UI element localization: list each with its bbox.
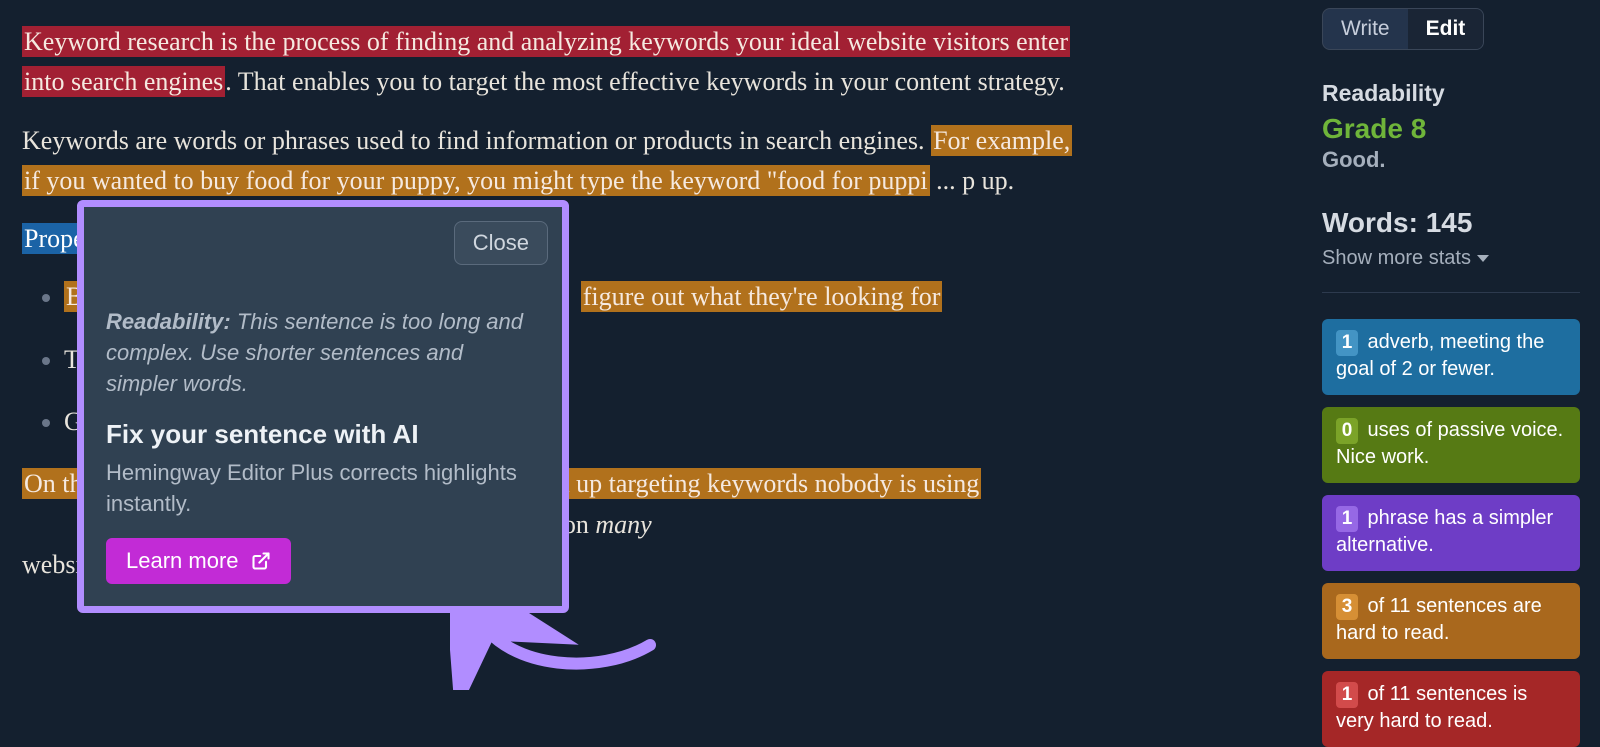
external-link-icon	[251, 551, 271, 571]
chevron-down-icon	[1477, 255, 1489, 262]
phrase-badge[interactable]: 1 phrase has a simpler alternative.	[1322, 495, 1580, 571]
paragraph-1[interactable]: Keyword research is the process of findi…	[22, 22, 1072, 103]
hard-badge[interactable]: 3 of 11 sentences are hard to read.	[1322, 583, 1580, 659]
badge-count: 1	[1336, 330, 1358, 356]
learn-more-label: Learn more	[126, 548, 239, 574]
popup-heading: Fix your sentence with AI	[106, 419, 540, 450]
highlight-hard[interactable]: t end up targeting keywords nobody is us…	[516, 468, 981, 499]
badge-text: of 11 sentences is very hard to read.	[1336, 683, 1527, 732]
write-tab[interactable]: Write	[1323, 9, 1408, 49]
readability-section: Readability Grade 8 Good.	[1322, 80, 1580, 173]
passive-badge[interactable]: 0 uses of passive voice. Nice work.	[1322, 407, 1580, 483]
badge-text: adverb, meeting the goal of 2 or fewer.	[1336, 331, 1544, 380]
readability-label: Readability	[1322, 80, 1580, 107]
very-hard-badge[interactable]: 1 of 11 sentences is very hard to read.	[1322, 671, 1580, 747]
edit-tab[interactable]: Edit	[1408, 9, 1484, 49]
readability-quality: Good.	[1322, 147, 1580, 173]
badge-text: uses of passive voice. Nice work.	[1336, 419, 1563, 468]
adverb-badge[interactable]: 1 adverb, meeting the goal of 2 or fewer…	[1322, 319, 1580, 395]
badge-text: phrase has a simpler alternative.	[1336, 507, 1553, 556]
suggestion-popup: Close Readability: This sentence is too …	[77, 200, 569, 613]
highlight-hard[interactable]: figure out what they're looking for	[581, 281, 943, 312]
sidebar: Write Edit Readability Grade 8 Good. Wor…	[1322, 0, 1580, 747]
readability-grade: Grade 8	[1322, 113, 1580, 145]
learn-more-button[interactable]: Learn more	[106, 538, 291, 584]
popup-tip-label: Readability:	[106, 309, 231, 334]
close-button[interactable]: Close	[454, 221, 548, 265]
divider	[1322, 292, 1580, 293]
word-count: Words: 145	[1322, 207, 1580, 239]
text: ... p up.	[930, 166, 1015, 195]
mode-toggle: Write Edit	[1322, 8, 1484, 50]
text: . That enables you to target the most ef…	[225, 67, 1064, 96]
badge-count: 1	[1336, 682, 1358, 708]
text-italic: many	[595, 510, 651, 539]
highlight-hard[interactable]: On th	[22, 468, 85, 499]
badge-count: 0	[1336, 418, 1358, 444]
popup-description: Hemingway Editor Plus corrects highlight…	[106, 458, 540, 520]
badge-text: of 11 sentences are hard to read.	[1336, 595, 1542, 644]
badge-count: 3	[1336, 594, 1358, 620]
badge-count: 1	[1336, 506, 1358, 532]
text: websi	[22, 550, 83, 579]
show-more-label: Show more stats	[1322, 247, 1471, 270]
stats-badges: 1 adverb, meeting the goal of 2 or fewer…	[1322, 319, 1580, 747]
paragraph-2[interactable]: Keywords are words or phrases used to fi…	[22, 121, 1072, 202]
show-more-stats[interactable]: Show more stats	[1322, 247, 1580, 270]
popup-tip: Readability: This sentence is too long a…	[106, 307, 540, 399]
text: Keywords are words or phrases used to fi…	[22, 126, 931, 155]
